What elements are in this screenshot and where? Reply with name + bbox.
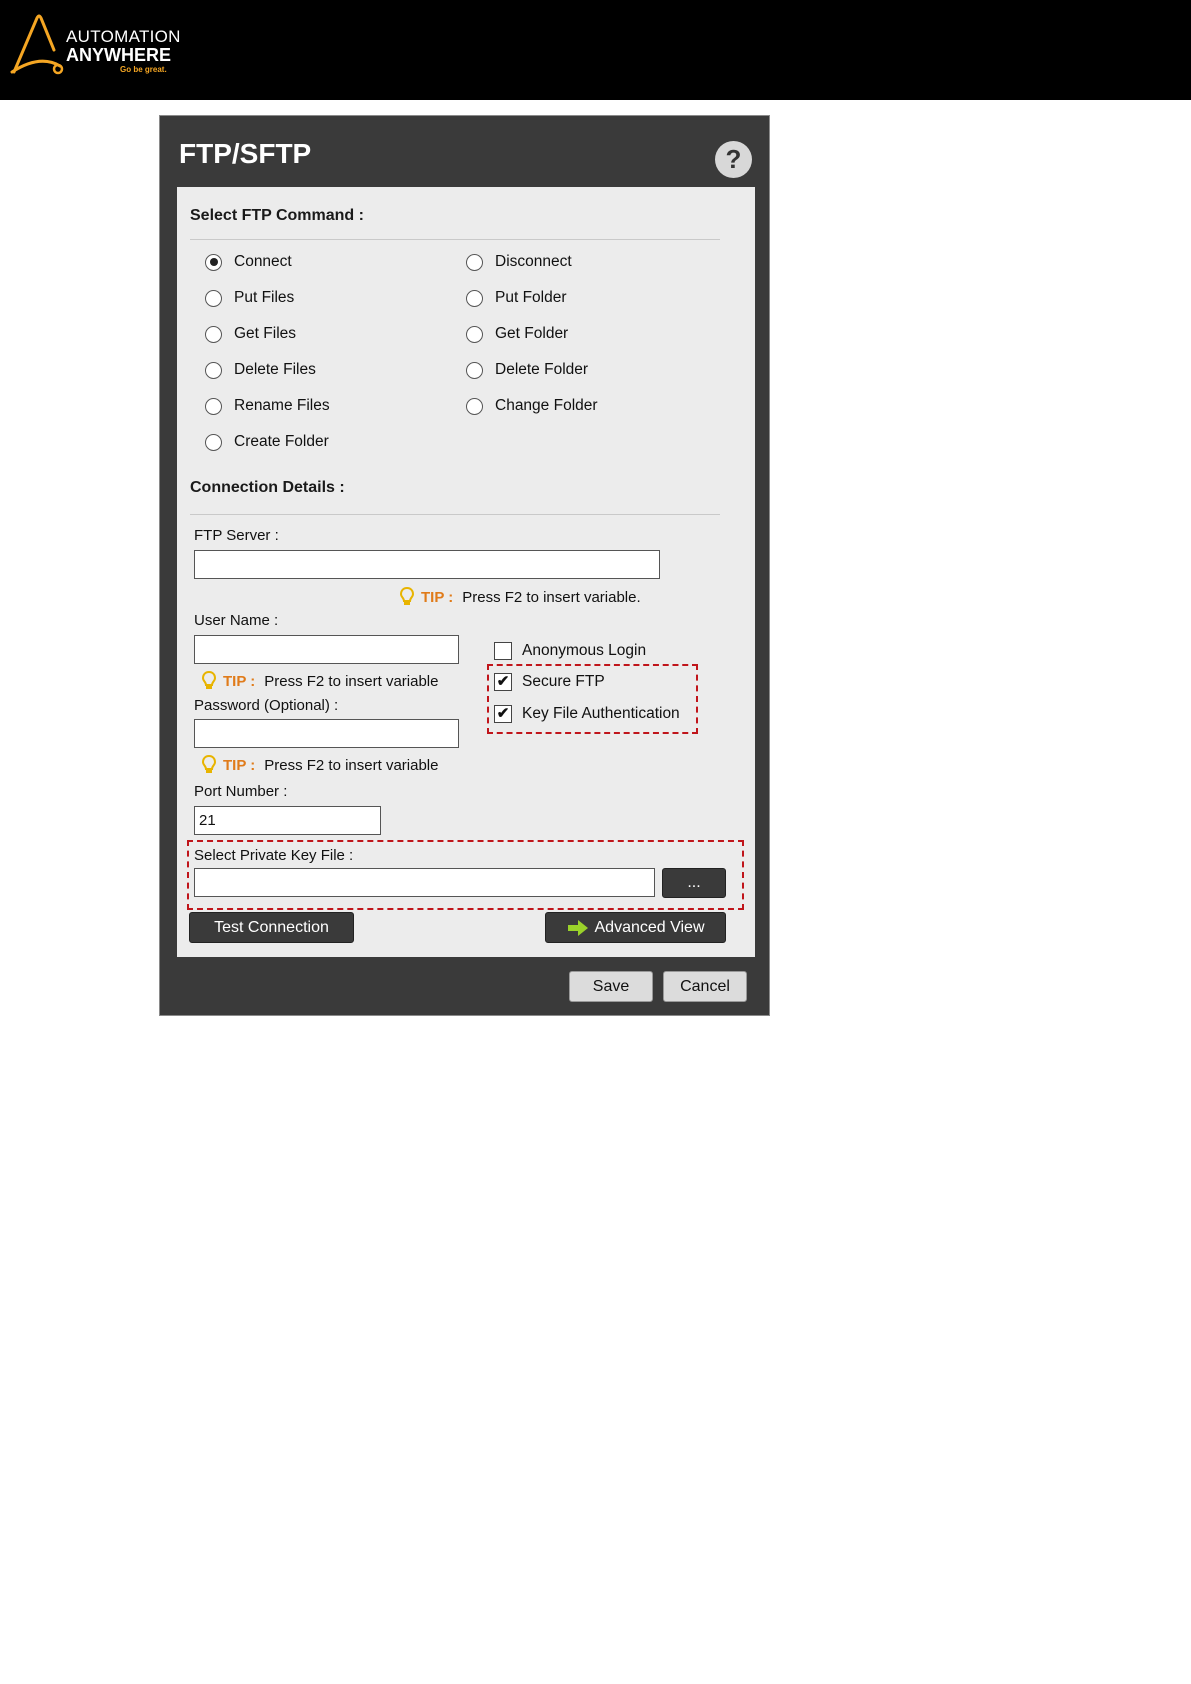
anonymous-login-checkbox[interactable]: Anonymous Login — [494, 642, 646, 660]
radio-get-files[interactable]: Get Files — [205, 325, 296, 343]
radio-delete-folder[interactable]: Delete Folder — [466, 361, 588, 379]
radio-put-folder[interactable]: Put Folder — [466, 289, 567, 307]
port-input[interactable] — [194, 806, 381, 835]
radio-connect[interactable]: Connect — [205, 253, 292, 271]
radio-get-folder[interactable]: Get Folder — [466, 325, 568, 343]
test-connection-button[interactable]: Test Connection — [189, 912, 354, 943]
radio-label: Get Folder — [495, 325, 569, 342]
separator — [190, 514, 720, 515]
tip-password: TIP : Press F2 to insert variable — [202, 755, 438, 775]
radio-indicator — [205, 289, 222, 307]
radio-rename-files[interactable]: Rename Files — [205, 397, 330, 415]
brand-a-icon — [10, 14, 64, 75]
browse-button[interactable]: ... — [662, 868, 726, 898]
key-file-label: Select Private Key File : — [194, 847, 354, 864]
brand-line1: AUTOMATION — [66, 27, 181, 46]
radio-indicator — [466, 253, 483, 271]
tip-server: TIP : Press F2 to insert variable. — [400, 587, 641, 607]
checkbox-label: Key File Authentication — [522, 705, 680, 722]
tip-user: TIP : Press F2 to insert variable — [202, 671, 438, 691]
port-label: Port Number : — [194, 783, 288, 800]
brand-line2: ANYWHERE — [66, 45, 172, 65]
checkbox-label: Anonymous Login — [522, 642, 647, 659]
advanced-view-label: Advanced View — [594, 919, 705, 936]
radio-label: Create Folder — [234, 433, 329, 450]
secure-ftp-checkbox[interactable]: ✔ Secure FTP — [494, 673, 605, 691]
radio-put-files[interactable]: Put Files — [205, 289, 294, 307]
tip-label: TIP : — [223, 672, 256, 690]
command-panel: Select FTP Command : Connect Disconnect … — [177, 187, 755, 957]
radio-indicator — [466, 361, 483, 379]
key-file-input[interactable] — [194, 868, 655, 897]
radio-indicator — [466, 397, 483, 415]
radio-indicator — [205, 397, 222, 415]
tip-text: Press F2 to insert variable. — [462, 588, 641, 606]
radio-indicator — [205, 253, 222, 271]
radio-change-folder[interactable]: Change Folder — [466, 397, 598, 415]
password-input[interactable] — [194, 719, 459, 748]
command-heading: Select FTP Command : — [190, 207, 364, 224]
dialog-title: FTP/SFTP — [179, 138, 312, 169]
lightbulb-icon — [202, 755, 216, 773]
tip-label: TIP : — [421, 588, 454, 606]
radio-indicator — [205, 325, 222, 343]
password-label: Password (Optional) : — [194, 697, 339, 714]
radio-indicator — [205, 361, 222, 379]
arrow-right-icon — [567, 919, 588, 936]
radio-indicator — [466, 325, 483, 343]
key-file-auth-checkbox[interactable]: ✔ Key File Authentication — [494, 705, 680, 723]
radio-label: Delete Files — [234, 361, 316, 378]
radio-label: Put Folder — [495, 289, 567, 306]
save-button[interactable]: Save — [569, 971, 653, 1002]
tip-text: Press F2 to insert variable — [264, 756, 439, 774]
ftp-dialog: FTP/SFTP ? Select FTP Command : Connect … — [159, 115, 770, 1016]
radio-disconnect[interactable]: Disconnect — [466, 253, 572, 271]
tip-text: Press F2 to insert variable — [264, 672, 439, 690]
brand-tagline: Go be great. — [120, 65, 167, 74]
user-name-label: User Name : — [194, 612, 279, 629]
radio-delete-files[interactable]: Delete Files — [205, 361, 316, 379]
ftp-server-input[interactable] — [194, 550, 660, 579]
radio-label: Change Folder — [495, 397, 598, 414]
help-icon[interactable]: ? — [715, 141, 752, 178]
separator — [190, 239, 720, 240]
lightbulb-icon — [400, 587, 414, 605]
checkbox-indicator — [494, 642, 512, 660]
radio-label: Connect — [234, 253, 292, 270]
radio-label: Get Files — [234, 325, 297, 342]
user-name-input[interactable] — [194, 635, 459, 664]
radio-label: Rename Files — [234, 397, 330, 414]
checkbox-label: Secure FTP — [522, 673, 605, 690]
advanced-view-button[interactable]: Advanced View — [545, 912, 726, 943]
radio-label: Disconnect — [495, 253, 572, 270]
lightbulb-icon — [202, 671, 216, 689]
radio-indicator — [205, 433, 222, 451]
checkmark-icon: ✔ — [494, 673, 512, 691]
connection-heading: Connection Details : — [190, 479, 345, 496]
radio-label: Delete Folder — [495, 361, 589, 378]
radio-label: Put Files — [234, 289, 295, 306]
radio-create-folder[interactable]: Create Folder — [205, 433, 329, 451]
brand-logo: AUTOMATION ANYWHERE Go be great. — [10, 14, 190, 78]
radio-indicator — [466, 289, 483, 307]
tip-label: TIP : — [223, 756, 256, 774]
cancel-button[interactable]: Cancel — [663, 971, 747, 1002]
ftp-server-label: FTP Server : — [194, 527, 279, 544]
checkmark-icon: ✔ — [494, 705, 512, 723]
header-banner: AUTOMATION ANYWHERE Go be great. — [0, 0, 1191, 100]
